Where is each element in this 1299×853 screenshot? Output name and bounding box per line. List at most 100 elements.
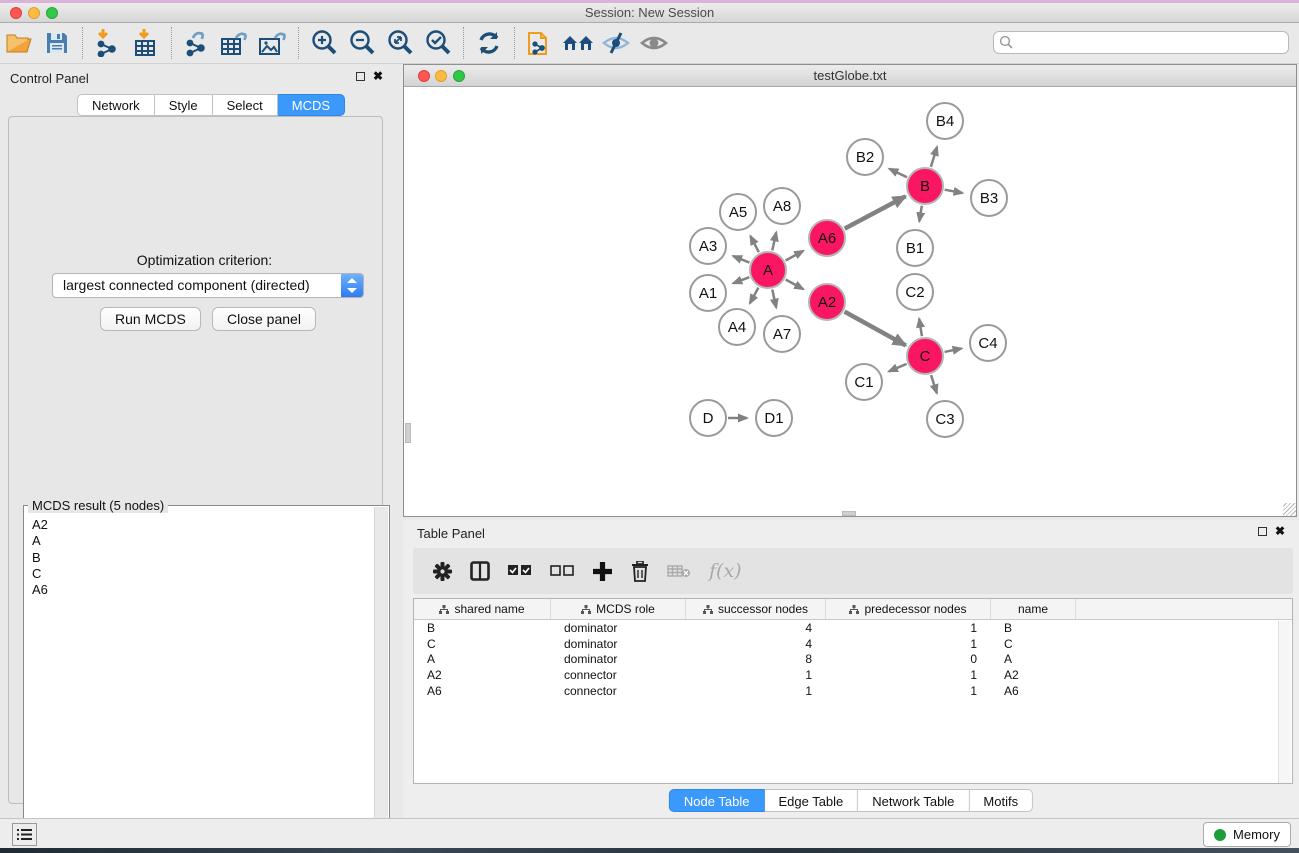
graph-edge-B-B4[interactable] — [931, 147, 937, 167]
import-network-icon[interactable] — [91, 28, 125, 58]
graph-edge-A-A8[interactable] — [772, 232, 776, 250]
table-row[interactable]: A6connector11A6 — [414, 683, 1292, 699]
graph-edge-A-A1[interactable] — [733, 277, 749, 283]
close-window-button[interactable] — [10, 7, 22, 19]
graph-edge-C-C3[interactable] — [931, 375, 937, 393]
maximize-window-button[interactable] — [46, 7, 58, 19]
table-row[interactable]: Bdominator41B — [414, 620, 1292, 636]
home-pages-icon[interactable] — [561, 28, 595, 58]
zoom-out-icon[interactable] — [345, 28, 379, 58]
mcds-result-scrollbar[interactable] — [374, 507, 388, 841]
optimization-criterion-dropdown[interactable]: largest connected component (directed) — [52, 273, 364, 298]
delete-column-icon[interactable] — [631, 561, 649, 582]
float-table-panel-icon[interactable] — [1258, 527, 1267, 536]
graph-edge-A-A4[interactable] — [750, 288, 759, 304]
graph-edge-B-B3[interactable] — [945, 190, 963, 193]
run-mcds-button[interactable]: Run MCDS — [100, 307, 201, 331]
network-resize-grip[interactable] — [1283, 503, 1296, 516]
network-horizontal-scrollbar[interactable] — [842, 511, 856, 516]
graph-node-A5[interactable]: A5 — [720, 194, 756, 230]
import-table-icon[interactable] — [129, 28, 163, 58]
export-table-icon[interactable] — [218, 28, 252, 58]
graph-node-C4[interactable]: C4 — [970, 325, 1006, 361]
table-cell[interactable]: 1 — [686, 668, 826, 682]
mcds-result-item[interactable]: B — [32, 550, 375, 566]
select-all-columns-icon[interactable] — [508, 565, 532, 577]
table-cell[interactable]: A6 — [991, 684, 1076, 698]
close-network-window-button[interactable] — [418, 70, 430, 82]
mcds-result-item[interactable]: A6 — [32, 582, 375, 598]
table-cell[interactable]: A — [414, 652, 551, 666]
save-session-icon[interactable] — [40, 28, 74, 58]
table-cell[interactable]: 1 — [686, 684, 826, 698]
export-network-icon[interactable] — [180, 28, 214, 58]
table-cell[interactable]: 4 — [686, 621, 826, 635]
column-header-shared-name[interactable]: shared name — [414, 599, 551, 619]
table-cell[interactable]: B — [414, 621, 551, 635]
table-cell[interactable]: A2 — [991, 668, 1076, 682]
hide-selected-icon[interactable] — [599, 28, 633, 58]
gear-icon[interactable] — [433, 562, 452, 581]
zoom-selected-icon[interactable] — [421, 28, 455, 58]
graph-node-B1[interactable]: B1 — [897, 230, 933, 266]
table-cell[interactable]: dominator — [551, 637, 686, 651]
graph-node-A2[interactable]: A2 — [809, 284, 845, 320]
graph-edge-A-A2[interactable] — [786, 280, 804, 290]
task-history-button[interactable] — [12, 823, 37, 846]
table-cell[interactable]: 0 — [826, 652, 991, 666]
add-column-icon[interactable] — [592, 561, 613, 582]
graph-edge-C-C4[interactable] — [945, 348, 962, 352]
tab-motifs[interactable]: Motifs — [969, 789, 1033, 812]
table-cell[interactable]: connector — [551, 684, 686, 698]
table-row[interactable]: Cdominator41C — [414, 636, 1292, 652]
mcds-result-item[interactable]: C — [32, 566, 375, 582]
mcds-result-item[interactable]: A2 — [32, 517, 375, 533]
zoom-fit-icon[interactable] — [383, 28, 417, 58]
graph-edge-C-C1[interactable] — [889, 364, 907, 372]
tab-select[interactable]: Select — [213, 94, 278, 116]
mcds-result-list[interactable]: A2ABCA6 — [25, 511, 375, 841]
graph-node-B4[interactable]: B4 — [927, 103, 963, 139]
graph-node-A6[interactable]: A6 — [809, 220, 845, 256]
graph-node-B[interactable]: B — [907, 168, 943, 204]
float-panel-icon[interactable] — [356, 72, 365, 81]
column-header-name[interactable]: name — [991, 599, 1076, 619]
graph-edge-C-C2[interactable] — [919, 319, 922, 337]
table-cell[interactable]: C — [414, 637, 551, 651]
table-cell[interactable]: 4 — [686, 637, 826, 651]
close-panel-icon[interactable]: ✖ — [373, 71, 383, 81]
graph-node-D1[interactable]: D1 — [756, 400, 792, 436]
table-cell[interactable]: dominator — [551, 621, 686, 635]
graph-edge-A-A7[interactable] — [772, 290, 776, 308]
graph-edge-A6-B[interactable] — [845, 196, 906, 228]
search-input[interactable] — [993, 31, 1289, 54]
mcds-result-item[interactable]: A — [32, 533, 375, 549]
graph-node-C3[interactable]: C3 — [927, 401, 963, 437]
maximize-network-window-button[interactable] — [453, 70, 465, 82]
graph-node-A3[interactable]: A3 — [690, 228, 726, 264]
table-cell[interactable]: 1 — [826, 621, 991, 635]
table-cell[interactable]: dominator — [551, 652, 686, 666]
graph-node-C[interactable]: C — [907, 338, 943, 374]
search-field[interactable] — [993, 31, 1289, 54]
graph-edge-A-A6[interactable] — [786, 251, 804, 261]
memory-button[interactable]: Memory — [1203, 822, 1291, 847]
tab-edge-table[interactable]: Edge Table — [764, 789, 858, 812]
graph-node-A4[interactable]: A4 — [719, 309, 755, 345]
dropdown-stepper-icon[interactable] — [341, 274, 363, 297]
minimize-network-window-button[interactable] — [435, 70, 447, 82]
table-cell[interactable]: connector — [551, 668, 686, 682]
table-cell[interactable]: A6 — [414, 684, 551, 698]
open-file-icon[interactable] — [2, 28, 36, 58]
table-vertical-scrollbar[interactable] — [1278, 621, 1291, 783]
delete-table-icon[interactable] — [667, 564, 691, 578]
tab-node-table[interactable]: Node Table — [669, 789, 765, 812]
function-builder-icon[interactable]: f(x) — [709, 560, 742, 582]
minimize-window-button[interactable] — [28, 7, 40, 19]
graph-edge-B-B1[interactable] — [919, 206, 922, 222]
close-panel-button[interactable]: Close panel — [212, 307, 316, 331]
graph-node-A[interactable]: A — [750, 252, 786, 288]
unselect-all-columns-icon[interactable] — [550, 565, 574, 577]
tab-network[interactable]: Network — [77, 94, 155, 116]
graph-node-C2[interactable]: C2 — [897, 274, 933, 310]
